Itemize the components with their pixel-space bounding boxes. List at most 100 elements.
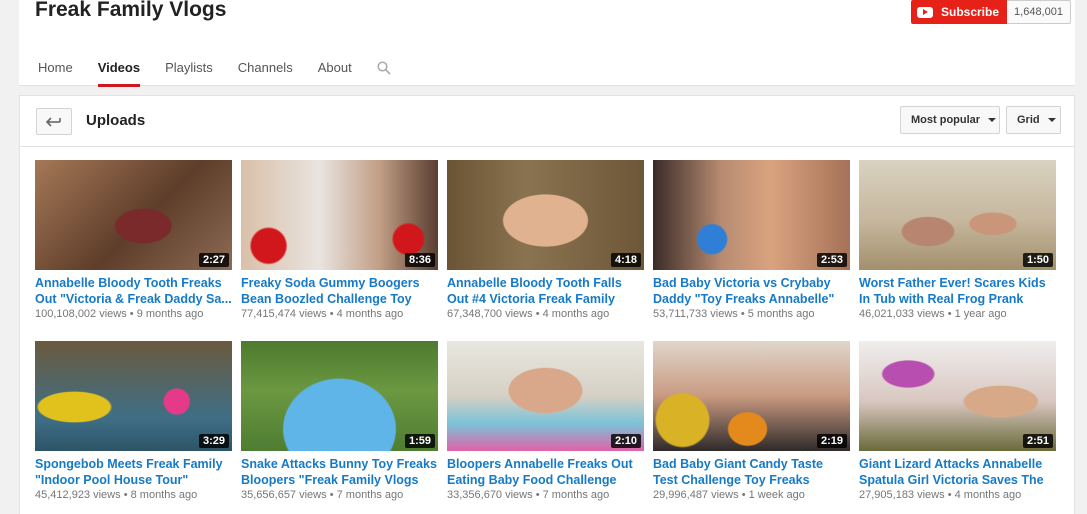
upload-age: 4 months ago bbox=[336, 308, 404, 320]
chevron-down-icon bbox=[988, 118, 997, 122]
view-count: 100,108,002 views bbox=[35, 308, 127, 320]
subscribe-label: Subscribe bbox=[941, 5, 1000, 19]
video-meta: 53,711,733 views • 5 months ago bbox=[653, 308, 850, 320]
duration-badge: 1:50 bbox=[1022, 253, 1053, 267]
video-meta: 29,996,487 views • 1 week ago bbox=[653, 489, 850, 501]
video-meta: 46,021,033 views • 1 year ago bbox=[859, 308, 1056, 320]
tab-home[interactable]: Home bbox=[38, 60, 73, 86]
video-title-link[interactable]: Snake Attacks Bunny Toy Freaks Bloopers … bbox=[241, 456, 438, 488]
section-title: Uploads bbox=[86, 112, 146, 129]
channel-title[interactable]: Freak Family Vlogs bbox=[35, 0, 226, 22]
channel-header: Freak Family Vlogs Subscribe 1,648,001 H… bbox=[19, 0, 1075, 87]
meta-separator: • bbox=[741, 489, 746, 501]
meta-separator: • bbox=[947, 489, 952, 501]
view-dropdown[interactable]: Grid bbox=[1006, 106, 1061, 134]
upload-age: 5 months ago bbox=[747, 308, 815, 320]
view-count: 35,656,657 views bbox=[241, 489, 327, 501]
view-count: 27,905,183 views bbox=[859, 489, 945, 501]
video-meta: 77,415,474 views • 4 months ago bbox=[241, 308, 438, 320]
upload-age: 4 months ago bbox=[542, 308, 610, 320]
meta-separator: • bbox=[129, 308, 134, 320]
meta-separator: • bbox=[740, 308, 745, 320]
video-thumbnail[interactable]: 2:53 bbox=[653, 160, 850, 270]
meta-separator: • bbox=[123, 489, 128, 501]
meta-separator: • bbox=[329, 489, 334, 501]
view-count: 45,412,923 views bbox=[35, 489, 121, 501]
upload-age: 9 months ago bbox=[136, 308, 204, 320]
duration-badge: 2:10 bbox=[610, 434, 641, 448]
tab-videos[interactable]: Videos bbox=[97, 60, 141, 87]
video-card: 2:53 Bad Baby Victoria vs Crybaby Daddy … bbox=[653, 160, 850, 320]
video-thumbnail[interactable]: 1:59 bbox=[241, 341, 438, 451]
view-count: 33,356,670 views bbox=[447, 489, 533, 501]
channel-tabs: Home Videos Playlists Channels About bbox=[38, 60, 391, 87]
video-card: 3:29 Spongebob Meets Freak Family "Indoo… bbox=[35, 341, 232, 501]
uploads-toolbar: Uploads Most popular Grid bbox=[20, 96, 1074, 147]
video-title-link[interactable]: Spongebob Meets Freak Family "Indoor Poo… bbox=[35, 456, 232, 488]
tab-playlists[interactable]: Playlists bbox=[165, 60, 213, 86]
view-count: 29,996,487 views bbox=[653, 489, 739, 501]
duration-badge: 2:19 bbox=[816, 434, 847, 448]
subscribe-button[interactable]: Subscribe bbox=[911, 0, 1008, 24]
chevron-down-icon bbox=[1047, 118, 1056, 122]
video-title-link[interactable]: Bloopers Annabelle Freaks Out Eating Bab… bbox=[447, 456, 644, 488]
video-thumbnail[interactable]: 4:18 bbox=[447, 160, 644, 270]
tab-about[interactable]: About bbox=[318, 60, 352, 86]
video-meta: 35,656,657 views • 7 months ago bbox=[241, 489, 438, 501]
upload-age: 7 months ago bbox=[542, 489, 610, 501]
subscribe-group: Subscribe 1,648,001 bbox=[911, 0, 1071, 24]
duration-badge: 2:27 bbox=[198, 253, 229, 267]
meta-separator: • bbox=[535, 308, 540, 320]
search-icon[interactable] bbox=[377, 61, 391, 75]
video-title-link[interactable]: Bad Baby Giant Candy Taste Test Challeng… bbox=[653, 456, 850, 488]
video-card: 2:51 Giant Lizard Attacks Annabelle Spat… bbox=[859, 341, 1056, 501]
duration-badge: 3:29 bbox=[198, 434, 229, 448]
video-meta: 33,356,670 views • 7 months ago bbox=[447, 489, 644, 501]
video-thumbnail[interactable]: 2:19 bbox=[653, 341, 850, 451]
meta-separator: • bbox=[535, 489, 540, 501]
video-thumbnail[interactable]: 2:10 bbox=[447, 341, 644, 451]
video-meta: 45,412,923 views • 8 months ago bbox=[35, 489, 232, 501]
video-card: 2:10 Bloopers Annabelle Freaks Out Eatin… bbox=[447, 341, 644, 501]
upload-age: 8 months ago bbox=[130, 489, 198, 501]
video-title-link[interactable]: Annabelle Bloody Tooth Falls Out #4 Vict… bbox=[447, 275, 644, 307]
video-thumbnail[interactable]: 3:29 bbox=[35, 341, 232, 451]
upload-age: 7 months ago bbox=[336, 489, 404, 501]
upload-age: 1 year ago bbox=[954, 308, 1007, 320]
video-title-link[interactable]: Worst Father Ever! Scares Kids In Tub wi… bbox=[859, 275, 1056, 307]
tab-channels[interactable]: Channels bbox=[238, 60, 293, 86]
video-title-link[interactable]: Annabelle Bloody Tooth Freaks Out "Victo… bbox=[35, 275, 232, 307]
meta-separator: • bbox=[947, 308, 952, 320]
sort-dropdown[interactable]: Most popular bbox=[900, 106, 1000, 134]
video-card: 4:18 Annabelle Bloody Tooth Falls Out #4… bbox=[447, 160, 644, 320]
video-thumbnail[interactable]: 1:50 bbox=[859, 160, 1056, 270]
video-card: 2:27 Annabelle Bloody Tooth Freaks Out "… bbox=[35, 160, 232, 320]
video-thumbnail[interactable]: 8:36 bbox=[241, 160, 438, 270]
upload-age: 4 months ago bbox=[954, 489, 1022, 501]
video-meta: 100,108,002 views • 9 months ago bbox=[35, 308, 232, 320]
duration-badge: 4:18 bbox=[610, 253, 641, 267]
video-title-link[interactable]: Freaky Soda Gummy Boogers Bean Boozled C… bbox=[241, 275, 438, 307]
back-button[interactable] bbox=[36, 108, 72, 135]
video-thumbnail[interactable]: 2:51 bbox=[859, 341, 1056, 451]
view-count: 46,021,033 views bbox=[859, 308, 945, 320]
youtube-logo-icon bbox=[917, 6, 933, 18]
video-card: 8:36 Freaky Soda Gummy Boogers Bean Booz… bbox=[241, 160, 438, 320]
video-meta: 67,348,700 views • 4 months ago bbox=[447, 308, 644, 320]
view-count: 53,711,733 views bbox=[653, 308, 738, 320]
video-card: 2:19 Bad Baby Giant Candy Taste Test Cha… bbox=[653, 341, 850, 501]
duration-badge: 2:53 bbox=[816, 253, 847, 267]
duration-badge: 2:51 bbox=[1022, 434, 1053, 448]
view-count: 77,415,474 views bbox=[241, 308, 327, 320]
back-arrow-icon bbox=[46, 116, 61, 127]
video-title-link[interactable]: Giant Lizard Attacks Annabelle Spatula G… bbox=[859, 456, 1056, 488]
duration-badge: 8:36 bbox=[404, 253, 435, 267]
video-card: 1:59 Snake Attacks Bunny Toy Freaks Bloo… bbox=[241, 341, 438, 501]
upload-age: 1 week ago bbox=[748, 489, 805, 501]
duration-badge: 1:59 bbox=[404, 434, 435, 448]
view-label: Grid bbox=[1017, 114, 1040, 126]
subscriber-count: 1,648,001 bbox=[1007, 0, 1071, 24]
video-title-link[interactable]: Bad Baby Victoria vs Crybaby Daddy "Toy … bbox=[653, 275, 850, 307]
video-thumbnail[interactable]: 2:27 bbox=[35, 160, 232, 270]
video-card: 1:50 Worst Father Ever! Scares Kids In T… bbox=[859, 160, 1056, 320]
